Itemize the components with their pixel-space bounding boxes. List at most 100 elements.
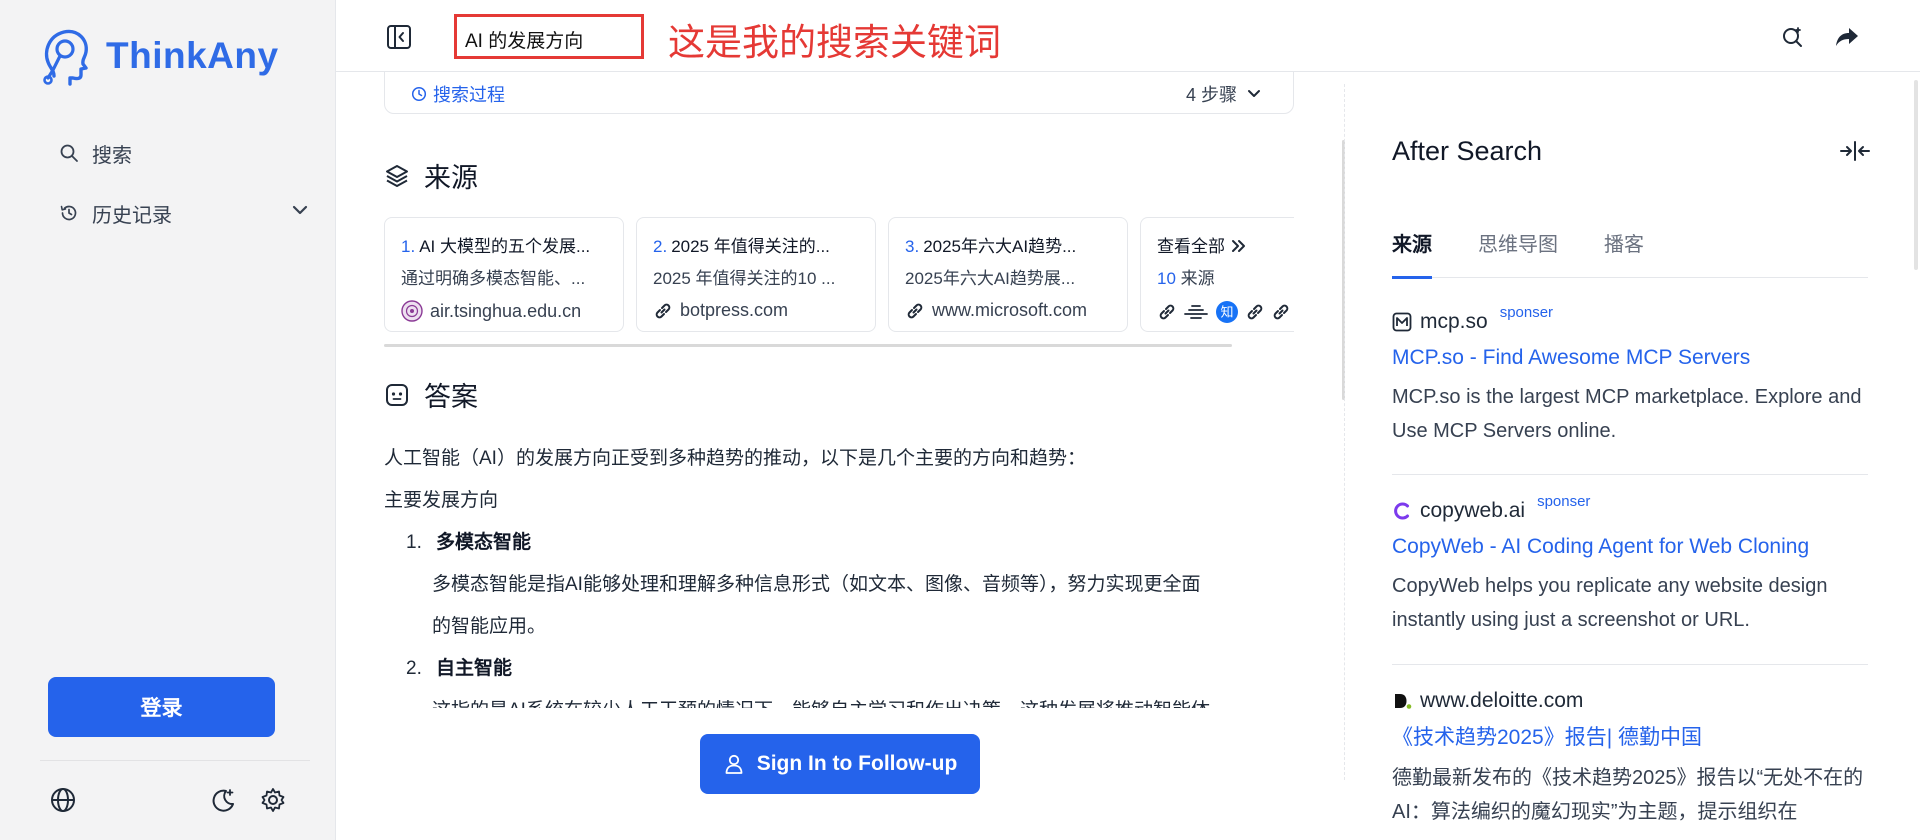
sponsor-badge: sponser <box>1499 303 1554 321</box>
followup-label: Sign In to Follow-up <box>756 752 958 775</box>
result-site: www.deloitte.com <box>1392 689 1868 713</box>
link-icon <box>1247 304 1263 320</box>
source-card-domain: www.microsoft.com <box>932 300 1088 320</box>
search-process-steps[interactable]: 4 步骤 <box>1186 81 1263 107</box>
layers-icon <box>386 164 408 187</box>
chat-bot-icon <box>386 383 408 406</box>
sidebar-item-label: 搜索 <box>92 144 132 167</box>
search-process-panel[interactable]: 搜索过程 4 步骤 <box>384 72 1294 114</box>
link-icon <box>655 303 671 318</box>
result-link[interactable]: MCP.so - Find Awesome MCP Servers <box>1392 346 1868 370</box>
annotation-label: 这是我的搜索关键词 <box>668 22 1001 63</box>
answer-intro: 人工智能（AI）的发展方向正受到多种趋势的推动，以下是几个主要的方向和趋势： <box>384 448 1086 469</box>
panel-divider <box>1344 84 1345 780</box>
tab-sources[interactable]: 来源 <box>1392 226 1432 279</box>
zhihu-favicon-icon: 知 <box>1216 301 1238 323</box>
chevron-down-icon[interactable] <box>290 200 310 226</box>
history-icon <box>56 200 82 226</box>
result-description: CopyWeb helps you replicate any website … <box>1392 575 1828 631</box>
main-content: 搜索过程 4 步骤 来源 1. AI 大模型的五个发展... 通过明确多模态智能、… <box>336 72 1344 840</box>
source-card-desc: 2025年六大AI趋势展... <box>905 269 1076 288</box>
source-card-title: 2. 2025 年值得关注的... <box>653 237 830 256</box>
chevron-down-icon <box>1248 90 1260 97</box>
result-link[interactable]: 《技术趋势2025》报告| 德勤中国 <box>1392 721 1868 751</box>
source-favicons: 知 <box>1157 300 1294 324</box>
sidebar-toggle-icon[interactable] <box>384 22 414 52</box>
source-card-desc: 2025 年值得关注的10 ... <box>653 269 836 288</box>
link-icon <box>1159 304 1175 320</box>
search-query-display: AI 的发展方向 <box>454 14 644 59</box>
copyweb-favicon-icon <box>1394 502 1409 520</box>
sidebar-item-label: 历史记录 <box>92 204 172 227</box>
page-scrollbar[interactable] <box>1914 80 1918 270</box>
mcp-favicon-icon <box>1392 312 1412 332</box>
source-card[interactable]: 3. 2025年六大AI趋势... 2025年六大AI趋势展... www.mic… <box>888 217 1128 332</box>
sidebar-item-history[interactable]: 历史记录 <box>56 196 310 230</box>
search-result-item: www.deloitte.com 《技术趋势2025》报告| 德勤中国 德勤最新… <box>1392 689 1868 829</box>
result-domain: mcp.so <box>1420 310 1488 333</box>
view-all-sources-card[interactable]: 查看全部 10 来源 知 <box>1140 217 1294 332</box>
brand-name: ThinkAny <box>106 35 279 76</box>
result-domain: copyweb.ai <box>1420 499 1526 522</box>
search-result-item: copyweb.ai sponser CopyWeb - AI Coding A… <box>1392 493 1868 637</box>
sidebar-item-search[interactable]: 搜索 <box>56 136 310 170</box>
source-card-domain: air.tsinghua.edu.cn <box>430 300 582 321</box>
source-card-title: 1. AI 大模型的五个发展... <box>401 237 591 256</box>
settings-gear-icon[interactable] <box>255 782 291 818</box>
result-divider <box>1392 664 1868 665</box>
svg-text:知: 知 <box>1220 305 1233 321</box>
login-button[interactable]: 登录 <box>48 677 275 737</box>
double-chevron-right-icon <box>1231 240 1245 252</box>
tsinghua-favicon-icon <box>401 300 423 322</box>
source-card-site: botpress.com <box>653 300 859 321</box>
sources-heading: 来源 <box>384 156 478 195</box>
source-card[interactable]: 2. 2025 年值得关注的... 2025 年值得关注的10 ... botpr… <box>636 217 876 332</box>
user-icon <box>725 754 743 774</box>
answer-subhead: 主要发展方向 <box>384 490 499 511</box>
dark-mode-icon[interactable] <box>205 782 241 818</box>
source-card-desc: 通过明确多模态智能、... <box>401 269 586 288</box>
sidebar-nav: 搜索 历史记录 <box>56 136 310 256</box>
sidebar-divider <box>40 760 310 761</box>
answer-heading: 答案 <box>384 375 478 414</box>
after-search-title: After Search <box>1392 136 1543 166</box>
result-description: 德勤最新发布的《技术趋势2025》报告以“无处不在的AI：算法编织的魔幻现实”为… <box>1392 767 1864 823</box>
share-icon[interactable] <box>1832 22 1862 52</box>
link-icon <box>1273 304 1289 320</box>
collapse-panel-icon[interactable] <box>1838 136 1872 166</box>
search-process-label: 搜索过程 <box>411 81 505 107</box>
after-search-panel: After Search 来源 思维导图 播客 mcp.so sponser M… <box>1392 72 1872 840</box>
sponsor-badge: sponser <box>1537 492 1591 510</box>
cards-scrollbar[interactable] <box>384 344 1232 347</box>
answer-item-text: 的智能应用。 <box>432 616 547 637</box>
sign-in-followup-button[interactable]: Sign In to Follow-up <box>700 734 980 794</box>
sidebar: ThinkAny 搜索 历史记录 登录 <box>0 0 336 840</box>
answer-title: 答案 <box>424 382 478 412</box>
sources-title: 来源 <box>424 163 478 193</box>
source-card-domain: botpress.com <box>680 300 789 320</box>
deloitte-favicon-icon <box>1395 694 1412 709</box>
source-cards: 1. AI 大模型的五个发展... 通过明确多模态智能、... air.tsing… <box>384 217 1294 335</box>
result-description: MCP.so is the largest MCP marketplace. E… <box>1392 386 1862 442</box>
thinkany-logo-icon <box>43 29 88 86</box>
view-all-label: 查看全部 <box>1157 232 1294 257</box>
source-card-site: www.microsoft.com <box>905 300 1111 321</box>
globe-icon[interactable] <box>45 782 81 818</box>
after-search-tabs: 来源 思维导图 播客 <box>1392 226 1868 279</box>
search-result-item: mcp.so sponser MCP.so - Find Awesome MCP… <box>1392 304 1868 448</box>
answer-body: 人工智能（AI）的发展方向正受到多种趋势的推动，以下是几个主要的方向和趋势： 主… <box>384 438 1294 732</box>
result-domain: www.deloitte.com <box>1420 689 1584 712</box>
result-site: copyweb.ai sponser <box>1392 493 1868 523</box>
tab-mindmap[interactable]: 思维导图 <box>1478 226 1558 278</box>
view-all-count: 10 来源 <box>1157 269 1215 288</box>
result-divider <box>1392 474 1868 475</box>
source-card-site: air.tsinghua.edu.cn <box>401 300 607 322</box>
result-link[interactable]: CopyWeb - AI Coding Agent for Web Clonin… <box>1392 535 1868 559</box>
result-site: mcp.so sponser <box>1392 304 1868 334</box>
new-search-icon[interactable] <box>1778 22 1808 52</box>
brand-logo[interactable]: ThinkAny <box>40 26 279 86</box>
step-count: 4 步骤 <box>1185 85 1237 105</box>
search-process-text: 搜索过程 <box>433 85 505 105</box>
source-card[interactable]: 1. AI 大模型的五个发展... 通过明确多模态智能、... air.tsing… <box>384 217 624 332</box>
tab-podcast[interactable]: 播客 <box>1604 226 1644 278</box>
